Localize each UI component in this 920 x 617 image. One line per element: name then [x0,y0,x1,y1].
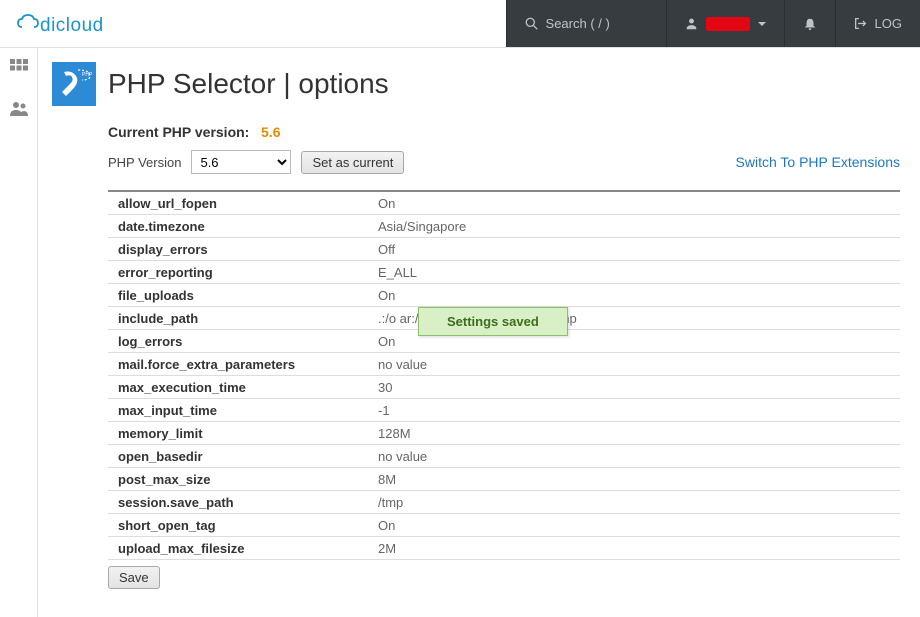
option-name: log_errors [108,332,378,351]
option-row: post_max_size8M [108,468,900,491]
option-name: allow_url_fopen [108,194,378,213]
current-version-row: Current PHP version: 5.6 [108,124,900,140]
option-row: upload_max_filesize2M [108,537,900,560]
current-version-value: 5.6 [261,124,280,140]
php-selector-icon: PHP [52,62,96,106]
option-row: display_errorsOff [108,238,900,261]
logout-label: LOG [875,16,902,31]
logout-button[interactable]: LOG [835,0,920,47]
option-value[interactable]: no value [378,447,900,466]
notifications-button[interactable] [784,0,835,47]
option-value[interactable]: On [378,516,900,535]
apps-icon[interactable] [9,58,29,81]
svg-text:PHP: PHP [82,72,93,78]
left-sidebar [0,48,38,617]
option-value[interactable]: Asia/Singapore [378,217,900,236]
svg-text:dicloud: dicloud [40,15,102,36]
page-title: PHP Selector | options [108,68,389,100]
current-version-label: Current PHP version: [108,124,249,140]
search-placeholder: Search ( / ) [546,16,610,31]
settings-saved-toast: Settings saved [418,307,568,336]
chevron-down-icon [758,22,766,26]
logout-icon [854,17,867,30]
option-name: post_max_size [108,470,378,489]
search-button[interactable]: Search ( / ) [506,0,666,47]
option-row: open_basedirno value [108,445,900,468]
option-name: include_path [108,309,378,328]
php-version-label: PHP Version [108,155,181,170]
top-bar: dicloud Search ( / ) LOG [0,0,920,48]
logo: dicloud [12,9,104,39]
option-value[interactable]: E_ALL [378,263,900,282]
option-name: display_errors [108,240,378,259]
option-value[interactable]: no value [378,355,900,374]
option-row: short_open_tagOn [108,514,900,537]
cloud-logo-icon: dicloud [12,9,102,39]
option-row: max_execution_time30 [108,376,900,399]
option-row: file_uploadsOn [108,284,900,307]
option-value[interactable]: On [378,286,900,305]
option-row: allow_url_fopenOn [108,192,900,215]
option-name: max_input_time [108,401,378,420]
option-name: max_execution_time [108,378,378,397]
option-name: open_basedir [108,447,378,466]
option-name: short_open_tag [108,516,378,535]
switch-extensions-link[interactable]: Switch To PHP Extensions [736,154,900,170]
user-menu[interactable] [666,0,784,47]
set-as-current-button[interactable]: Set as current [301,151,404,174]
option-name: upload_max_filesize [108,539,378,558]
option-row: date.timezoneAsia/Singapore [108,215,900,238]
option-value[interactable]: 2M [378,539,900,558]
option-value[interactable]: 30 [378,378,900,397]
option-value[interactable]: On [378,194,900,213]
option-name: memory_limit [108,424,378,443]
option-name: date.timezone [108,217,378,236]
option-value[interactable]: /tmp [378,493,900,512]
option-name: session.save_path [108,493,378,512]
option-row: max_input_time-1 [108,399,900,422]
save-button[interactable]: Save [108,566,160,589]
option-row: memory_limit128M [108,422,900,445]
page-header: PHP PHP Selector | options [52,62,900,106]
option-value[interactable]: Off [378,240,900,259]
options-table: allow_url_fopenOndate.timezoneAsia/Singa… [108,190,900,560]
option-value[interactable]: 8M [378,470,900,489]
option-row: error_reportingE_ALL [108,261,900,284]
user-icon [685,17,698,30]
search-icon [525,17,538,30]
option-value[interactable]: -1 [378,401,900,420]
users-icon[interactable] [9,99,29,122]
option-name: error_reporting [108,263,378,282]
option-row: mail.force_extra_parametersno value [108,353,900,376]
option-row: session.save_path/tmp [108,491,900,514]
option-name: file_uploads [108,286,378,305]
option-value[interactable]: 128M [378,424,900,443]
user-name-redacted [706,17,750,31]
version-select-row: PHP Version 5.6 Set as current Switch To… [108,150,900,174]
bell-icon [803,17,817,31]
php-version-select[interactable]: 5.6 [191,150,291,174]
option-name: mail.force_extra_parameters [108,355,378,374]
